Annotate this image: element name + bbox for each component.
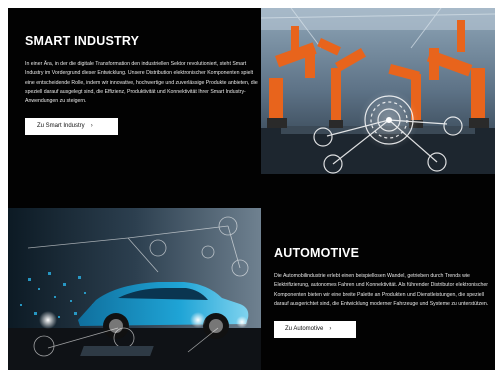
automotive-image — [8, 208, 261, 370]
automotive-title: AUTOMOTIVE — [274, 246, 360, 260]
smart-industry-image — [261, 8, 495, 174]
chevron-right-icon: › — [90, 123, 93, 130]
page-container: SMART INDUSTRY In einer Ära, in der die … — [8, 8, 495, 370]
chevron-right-icon: › — [329, 326, 332, 333]
automotive-button[interactable]: Zu Automotive › — [274, 320, 356, 338]
smart-industry-section: SMART INDUSTRY In einer Ära, in der die … — [8, 8, 495, 206]
automotive-section: AUTOMOTIVE Die Automobilindustrie erlebt… — [8, 208, 495, 370]
smart-industry-text: SMART INDUSTRY In einer Ära, in der die … — [25, 34, 261, 135]
smart-industry-button[interactable]: Zu Smart Industry › — [25, 117, 118, 135]
smart-industry-button-label: Zu Smart Industry — [37, 123, 85, 130]
smart-industry-description: In einer Ära, in der die digitale Transf… — [25, 61, 258, 105]
smart-industry-title: SMART INDUSTRY — [25, 34, 140, 48]
automotive-description: Die Automobilindustrie erlebt einen beis… — [274, 273, 489, 307]
automotive-button-label: Zu Automotive — [285, 326, 324, 333]
automotive-text: AUTOMOTIVE Die Automobilindustrie erlebt… — [274, 246, 490, 338]
